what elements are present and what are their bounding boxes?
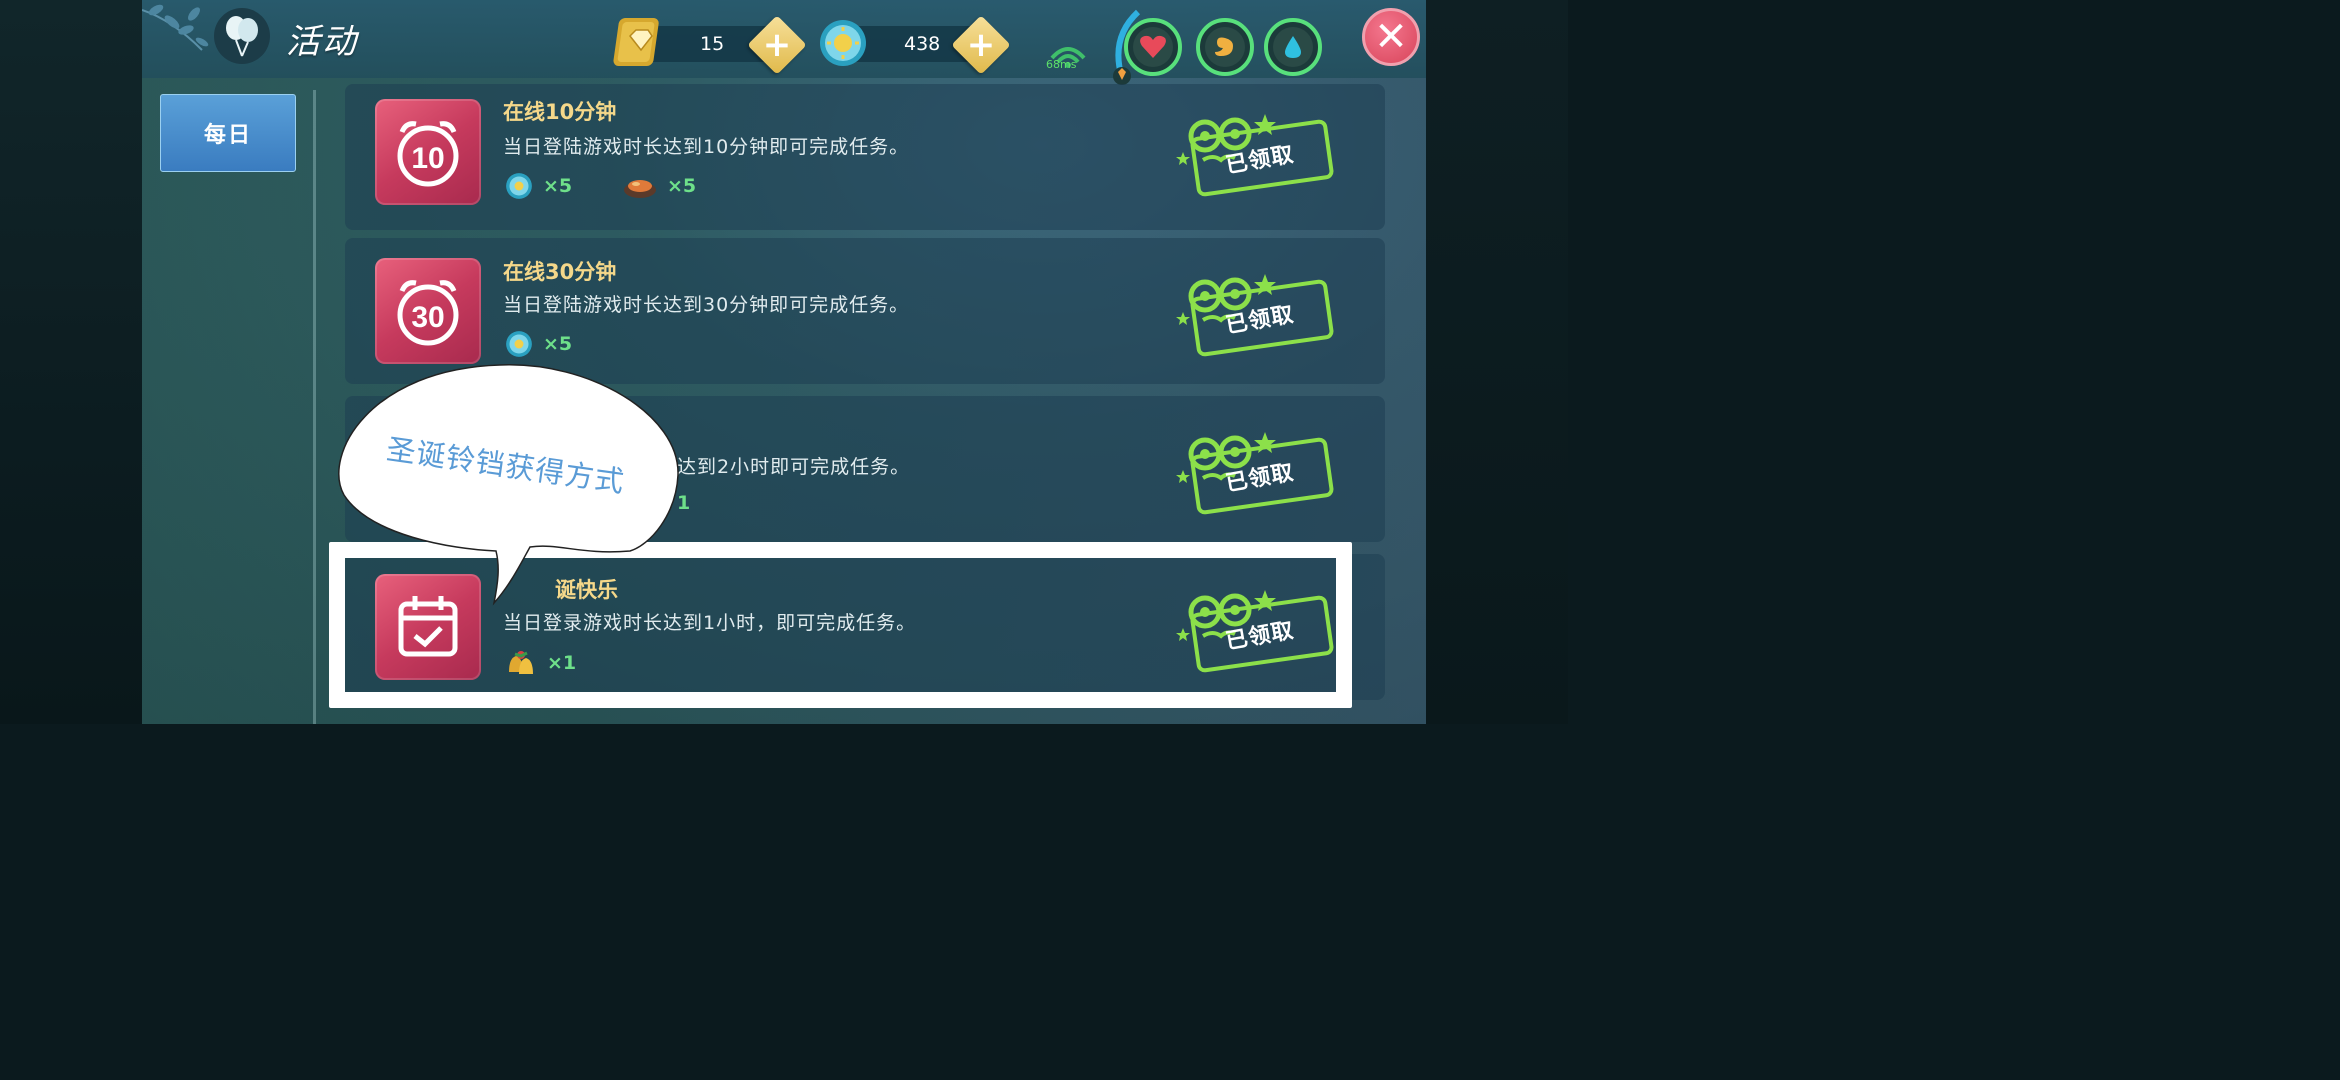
sun-coin-icon bbox=[506, 331, 532, 357]
reward-item: ×1 bbox=[505, 648, 576, 678]
claimed-stamp: 已领取 bbox=[1175, 584, 1335, 674]
reward-item: ×5 bbox=[505, 172, 572, 200]
reward-item: ×5 bbox=[623, 172, 696, 200]
coin-count: 438 bbox=[904, 33, 941, 55]
tab-daily[interactable]: 每日 bbox=[160, 94, 296, 172]
alarm-clock-icon: 30 bbox=[375, 258, 481, 364]
add-diamonds-button[interactable]: + bbox=[747, 15, 807, 75]
alarm-clock-icon: 10 bbox=[375, 99, 481, 205]
svg-text:10: 10 bbox=[411, 142, 444, 175]
task-description: 达到2小时即可完成任务。 bbox=[677, 456, 911, 478]
jingle-bell-icon bbox=[509, 651, 533, 674]
diamond-count: 15 bbox=[700, 33, 725, 55]
branch-decoration-icon bbox=[142, 4, 209, 51]
add-coins-button[interactable]: + bbox=[951, 15, 1011, 75]
heart-icon bbox=[1133, 27, 1173, 67]
claimed-stamp: 已领取 bbox=[1175, 268, 1335, 358]
reward-item: ×5 bbox=[505, 330, 572, 358]
sun-coin-icon bbox=[506, 173, 532, 199]
task-title: 在线30分钟 bbox=[503, 260, 617, 284]
top-bar: 活动 15 + 438 + 68ms ✕ bbox=[142, 0, 1426, 85]
ping-text: 68ms bbox=[1046, 58, 1077, 71]
task-description: 当日登陆游戏时长达到10分钟即可完成任务。 bbox=[503, 136, 910, 158]
left-background bbox=[0, 0, 142, 724]
claimed-stamp: 已领取 bbox=[1175, 108, 1335, 198]
reward-qty: ×1 bbox=[547, 652, 577, 674]
reward-qty: ×5 bbox=[667, 175, 697, 197]
divider bbox=[313, 90, 316, 724]
task-description: 当日登陆游戏时长达到30分钟即可完成任务。 bbox=[503, 294, 910, 316]
water-stat[interactable] bbox=[1264, 18, 1322, 76]
svg-text:30: 30 bbox=[411, 301, 444, 334]
right-background bbox=[1426, 0, 1568, 724]
hunger-stat[interactable] bbox=[1196, 18, 1254, 76]
claimed-stamp: 已领取 bbox=[1175, 426, 1335, 516]
water-drop-icon bbox=[1273, 27, 1313, 67]
reward-qty: ×5 bbox=[543, 175, 573, 197]
close-button[interactable]: ✕ bbox=[1362, 8, 1420, 66]
reward-qty: ×5 bbox=[543, 333, 573, 355]
diamond-gem-icon bbox=[612, 14, 668, 74]
task-card-10min: 10 在线10分钟 当日登陆游戏时长达到10分钟即可完成任务。 ×5 ×5 已领… bbox=[345, 84, 1385, 230]
stomach-icon bbox=[1205, 27, 1245, 67]
food-plate-icon bbox=[624, 180, 656, 198]
task-title: 在线10分钟 bbox=[503, 100, 617, 124]
page-title: 活动 bbox=[286, 22, 358, 62]
sun-coin-icon bbox=[818, 18, 868, 72]
balloon-icon bbox=[214, 8, 270, 64]
health-stat[interactable] bbox=[1124, 18, 1182, 76]
